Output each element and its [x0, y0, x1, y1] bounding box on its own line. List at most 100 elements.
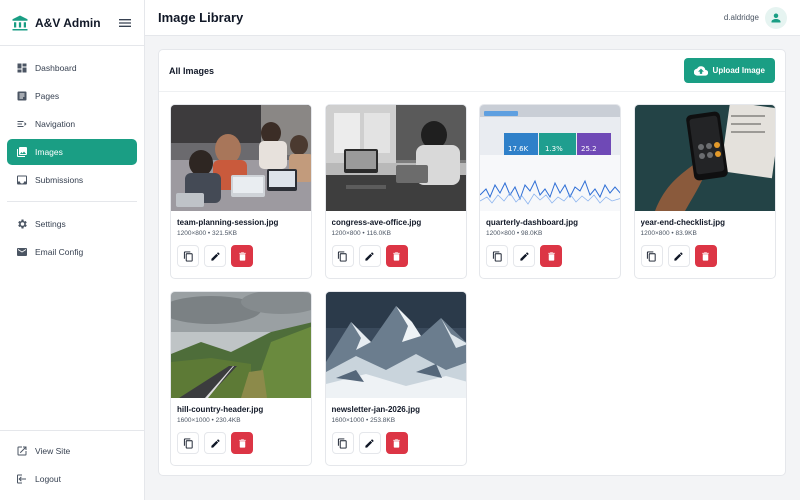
- delete-button[interactable]: [385, 245, 408, 267]
- image-actions: [635, 237, 775, 267]
- document-icon: [17, 91, 27, 101]
- external-link-icon: [17, 446, 27, 456]
- page-title: Image Library: [158, 10, 244, 25]
- image-filename: quarterly-dashboard.jpg: [486, 218, 579, 227]
- copy-icon: [646, 250, 656, 262]
- copy-button[interactable]: [486, 245, 508, 267]
- image-meta: 1200×800 • 321.5KB: [177, 230, 237, 237]
- sidebar-item-dashboard[interactable]: Dashboard: [7, 55, 137, 81]
- image-meta: 1600×1000 • 230.4KB: [177, 417, 241, 424]
- image-actions: [326, 424, 466, 454]
- trash-icon: [393, 438, 400, 448]
- delete-button[interactable]: [231, 432, 253, 454]
- sidebar-item-label: Pages: [35, 91, 60, 101]
- edit-button[interactable]: [667, 245, 690, 267]
- upload-image-label: Upload Image: [712, 66, 765, 75]
- sidebar-item-submissions[interactable]: Submissions: [7, 167, 137, 193]
- logout-icon: [17, 474, 26, 484]
- edit-button[interactable]: [204, 432, 226, 454]
- sidebar-item-label: Dashboard: [35, 63, 77, 73]
- image-card: team-planning-session.jpg 1200×800 • 321…: [170, 104, 312, 279]
- image-thumbnail[interactable]: 17.6K 1.3% 25.2: [480, 105, 621, 211]
- image-thumbnail[interactable]: [325, 105, 467, 211]
- image-card: year-end-checklist.jpg 1200×800 • 83.9KB: [633, 104, 776, 279]
- sidebar-footer: View Site Logout: [0, 430, 144, 500]
- sidebar-item-label: Submissions: [35, 175, 84, 185]
- image-filename: team-planning-session.jpg: [177, 218, 279, 227]
- edit-button[interactable]: [358, 245, 381, 267]
- image-info: congress-ave-office.jpg 1200×800 • 116.0…: [326, 211, 466, 237]
- delete-button[interactable]: [540, 245, 562, 267]
- view-site-link[interactable]: View Site: [7, 438, 137, 464]
- copy-button[interactable]: [640, 245, 663, 267]
- username: d.aldridge: [723, 13, 759, 22]
- cloud-upload-icon: [693, 65, 708, 76]
- image-actions: [171, 237, 311, 267]
- sidebar-item-images[interactable]: Images: [7, 139, 137, 165]
- sidebar-item-label: Navigation: [35, 119, 76, 129]
- sidebar-item-navigation[interactable]: Navigation: [7, 111, 137, 137]
- image-filename: year-end-checklist.jpg: [640, 218, 725, 227]
- image-filename: hill-country-header.jpg: [177, 405, 264, 414]
- images-icon: [17, 147, 27, 157]
- nav-divider: [7, 201, 137, 202]
- delete-button[interactable]: [385, 432, 408, 454]
- pencil-icon: [365, 438, 374, 448]
- sidebar-item-settings[interactable]: Settings: [7, 211, 137, 237]
- pencil-icon: [210, 438, 220, 448]
- dashboard-metric-2: 1.3%: [545, 145, 563, 153]
- dashboard-icon: [17, 63, 27, 73]
- edit-button[interactable]: [204, 245, 226, 267]
- copy-button[interactable]: [331, 432, 354, 454]
- sidebar-item-email-config[interactable]: Email Config: [7, 239, 137, 265]
- menu-list-icon: [17, 121, 27, 127]
- trash-icon: [238, 438, 246, 448]
- pencil-icon: [365, 251, 374, 261]
- trash-icon: [238, 251, 246, 261]
- sidebar-item-label: Images: [35, 147, 63, 157]
- edit-button[interactable]: [358, 432, 381, 454]
- hamburger-menu-icon[interactable]: [117, 15, 133, 31]
- image-info: quarterly-dashboard.jpg 1200×800 • 98.0K…: [480, 211, 620, 237]
- trash-icon: [702, 251, 709, 261]
- avatar[interactable]: [765, 6, 787, 29]
- image-meta: 1600×1000 • 253.8KB: [331, 417, 396, 424]
- image-thumbnail[interactable]: [325, 292, 467, 398]
- delete-button[interactable]: [694, 245, 717, 267]
- logout-link[interactable]: Logout: [7, 466, 137, 492]
- image-thumbnail[interactable]: [171, 105, 312, 211]
- image-info: hill-country-header.jpg 1600×1000 • 230.…: [171, 398, 311, 424]
- copy-icon: [337, 437, 347, 449]
- image-card: 17.6K 1.3% 25.2 quarterly-dashboard.jpg …: [479, 104, 621, 279]
- gear-icon: [18, 219, 27, 229]
- delete-button[interactable]: [231, 245, 253, 267]
- image-filename: congress-ave-office.jpg: [331, 218, 422, 227]
- card-header: All Images Upload Image: [159, 50, 785, 92]
- copy-icon: [183, 250, 193, 262]
- brand-bar: A&V Admin: [0, 0, 144, 46]
- image-card: hill-country-header.jpg 1600×1000 • 230.…: [170, 291, 312, 466]
- upload-image-button[interactable]: Upload Image: [683, 58, 775, 83]
- brand-name: A&V Admin: [35, 15, 101, 30]
- bank-icon: [12, 15, 28, 30]
- sidebar-nav: Dashboard Pages Navigation Images Submis…: [0, 46, 144, 265]
- image-filename: newsletter-jan-2026.jpg: [331, 405, 420, 414]
- sidebar-item-label: Settings: [35, 219, 66, 229]
- mail-icon: [17, 248, 27, 256]
- image-actions: [326, 237, 466, 267]
- sidebar-item-pages[interactable]: Pages: [7, 83, 137, 109]
- image-info: team-planning-session.jpg 1200×800 • 321…: [171, 211, 311, 237]
- image-info: newsletter-jan-2026.jpg 1600×1000 • 253.…: [326, 398, 466, 424]
- copy-button[interactable]: [177, 245, 199, 267]
- image-thumbnail[interactable]: [634, 105, 776, 211]
- card-title: All Images: [169, 65, 215, 76]
- image-thumbnail[interactable]: [171, 292, 312, 398]
- image-library-card: All Images Upload Image team-planning-se…: [158, 49, 786, 476]
- copy-button[interactable]: [177, 432, 199, 454]
- edit-button[interactable]: [513, 245, 535, 267]
- sidebar: A&V Admin Dashboard Pages Navigation Ima…: [0, 0, 145, 500]
- pencil-icon: [674, 251, 683, 261]
- copy-button[interactable]: [331, 245, 354, 267]
- copy-icon: [492, 250, 502, 262]
- image-info: year-end-checklist.jpg 1200×800 • 83.9KB: [635, 211, 775, 237]
